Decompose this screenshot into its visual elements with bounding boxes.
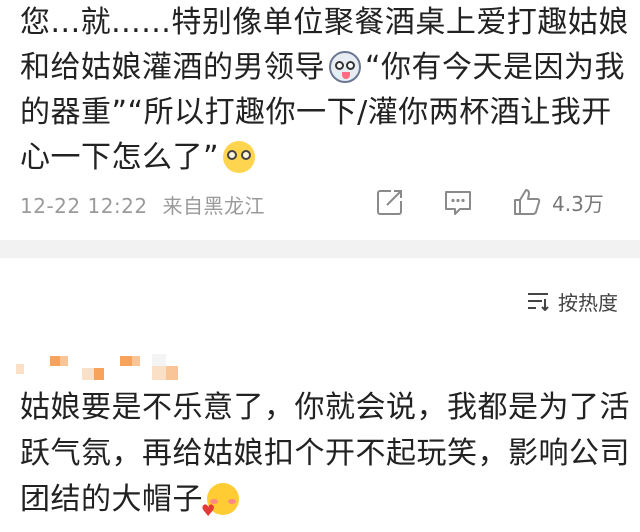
- reply-line-text: 团结的大帽子: [20, 482, 203, 517]
- reply-line: 姑娘要是不乐意了，你就会说，我都是为了活: [20, 390, 630, 425]
- share-button[interactable]: [375, 186, 405, 218]
- post-line: 和给姑娘灌酒的男领导 “你有今天是因为我: [20, 45, 632, 90]
- post-time: 12-22 12:22: [20, 194, 148, 218]
- like-button[interactable]: 4.3万: [512, 186, 604, 218]
- shy-heart-emoji-icon: ♥: [201, 483, 239, 519]
- blurred-username[interactable]: [16, 352, 186, 382]
- post-body: 您...就......特别像单位聚餐酒桌上爱打趣姑娘 和给姑娘灌酒的男领导 “你有…: [20, 0, 632, 180]
- like-count: 4.3万: [552, 191, 604, 216]
- post-line: 您...就......特别像单位聚餐酒桌上爱打趣姑娘: [20, 5, 629, 40]
- sort-by-hot-button[interactable]: 按热度: [526, 286, 618, 316]
- doge-emoji-icon: [329, 51, 361, 83]
- post-line-text: 和给姑娘灌酒的男领导: [20, 50, 325, 85]
- post-line-text: 心一下怎么了”: [20, 140, 220, 175]
- comment-icon: [445, 191, 471, 215]
- comment-button[interactable]: [443, 186, 473, 218]
- reply-line: 跃气氛，再给姑娘扣个开不起玩笑，影响公司: [20, 436, 630, 471]
- glasses-emoji-icon: [223, 141, 256, 173]
- post-line: 心一下怎么了”: [20, 135, 632, 180]
- post-location: 来自黑龙江: [162, 194, 265, 218]
- share-icon: [377, 190, 402, 215]
- post-line: 的器重”“所以打趣你一下/灌你两杯酒让我开: [20, 95, 612, 130]
- comment-page: 您...就......特别像单位聚餐酒桌上爱打趣姑娘 和给姑娘灌酒的男领导 “你有…: [0, 0, 640, 532]
- section-divider: [0, 240, 640, 258]
- sort-icon: [528, 293, 549, 311]
- sort-label: 按热度: [558, 290, 618, 315]
- post-card: 您...就......特别像单位聚餐酒桌上爱打趣姑娘 和给姑娘灌酒的男领导 “你有…: [0, 0, 640, 240]
- post-line-text: “你有今天是因为我: [365, 50, 626, 85]
- thumbs-up-icon: [514, 189, 541, 215]
- reply-body: 姑娘要是不乐意了，你就会说，我都是为了活 跃气氛，再给姑娘扣个开不起玩笑，影响公…: [20, 385, 632, 523]
- reply-line: 团结的大帽子 ♥: [20, 477, 632, 523]
- post-meta: 12-22 12:22 来自黑龙江: [20, 190, 273, 219]
